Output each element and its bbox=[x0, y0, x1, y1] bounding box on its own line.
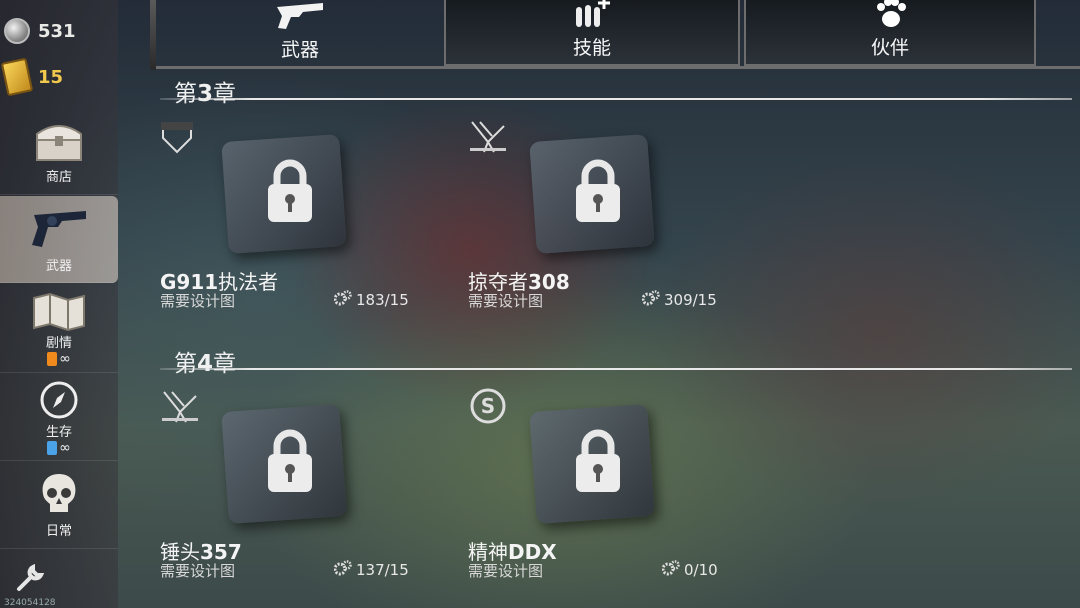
revolver-icon bbox=[28, 205, 90, 251]
gold-bar-icon bbox=[0, 57, 34, 97]
sidebar-item-daily[interactable]: 日常 bbox=[0, 462, 118, 549]
chapter-number: 3 bbox=[197, 81, 214, 107]
wrench-icon bbox=[16, 563, 45, 596]
paw-icon bbox=[873, 0, 907, 33]
weapon-requirement: 需要设计图 bbox=[468, 562, 544, 580]
lock-icon bbox=[265, 158, 315, 228]
sidebar-item-shop[interactable]: 商店 bbox=[0, 108, 118, 195]
blueprint-progress: 0/10 bbox=[684, 561, 718, 579]
energy-value: ∞ bbox=[59, 439, 71, 456]
energy-value: ∞ bbox=[59, 350, 71, 367]
weapon-card-308[interactable]: 掠夺者308 需要设计图 309/15 bbox=[468, 118, 738, 318]
revolver-icon bbox=[273, 1, 327, 35]
weapon-card-ddx[interactable]: S 精神DDX 需要设计图 0/10 bbox=[468, 388, 738, 588]
survival-energy: ∞ bbox=[47, 440, 71, 456]
top-tabs: 武器 技能 伙伴 bbox=[156, 0, 1080, 70]
ammo-plus-icon bbox=[572, 0, 612, 33]
chapter-4-heading: 第4章 bbox=[174, 344, 236, 378]
chapter-divider bbox=[160, 98, 1072, 100]
gear-icon bbox=[333, 290, 352, 310]
gold-currency[interactable]: 15 bbox=[0, 57, 64, 97]
chapter-divider bbox=[160, 368, 1072, 370]
silver-currency[interactable]: 531 bbox=[4, 18, 76, 44]
compass-icon bbox=[38, 379, 80, 421]
build-id: 324054128 bbox=[4, 598, 56, 608]
sidebar-item-story[interactable]: 剧情 ∞ bbox=[0, 286, 118, 373]
tabs-underline bbox=[156, 66, 1080, 69]
gear-icon bbox=[641, 290, 660, 310]
svg-text:S: S bbox=[481, 394, 495, 418]
sidebar-item-survival[interactable]: 生存 ∞ bbox=[0, 374, 118, 461]
gold-amount: 15 bbox=[38, 66, 64, 88]
chapter-suffix: 章 bbox=[213, 351, 237, 377]
blueprint-count: 183/15 bbox=[333, 290, 409, 310]
blueprint-progress: 183/15 bbox=[356, 291, 409, 309]
tab-skills[interactable]: 技能 bbox=[444, 0, 740, 66]
chapter-prefix: 第 bbox=[174, 351, 197, 377]
sidebar-item-weapons[interactable]: 武器 bbox=[0, 196, 118, 283]
weapon-card-357[interactable]: 锤头357 需要设计图 137/15 bbox=[160, 388, 430, 588]
sidebar-item-label: 生存 bbox=[45, 424, 72, 440]
silver-amount: 531 bbox=[38, 20, 76, 42]
tab-label: 伙伴 bbox=[870, 37, 909, 59]
tab-companions[interactable]: 伙伴 bbox=[744, 0, 1036, 66]
gear-icon bbox=[661, 560, 680, 580]
lock-icon bbox=[573, 428, 623, 498]
sidebar-item-label: 日常 bbox=[45, 523, 72, 539]
gear-icon bbox=[333, 560, 352, 580]
skull-icon bbox=[38, 472, 80, 516]
weapon-card-g911[interactable]: G911执法者 需要设计图 183/15 bbox=[160, 118, 430, 318]
silver-coin-icon bbox=[4, 18, 30, 44]
energy-ticket-icon bbox=[47, 351, 58, 366]
tab-label: 技能 bbox=[572, 37, 611, 59]
blueprint-count: 0/10 bbox=[661, 560, 718, 580]
map-icon bbox=[32, 292, 86, 332]
herrington-logo-icon bbox=[160, 388, 200, 430]
blueprint-count: 137/15 bbox=[333, 560, 409, 580]
sidebar-item-label: 商店 bbox=[45, 169, 72, 185]
chapter-prefix: 第 bbox=[174, 81, 197, 107]
sidebar-item-label: 武器 bbox=[45, 258, 72, 274]
settings-button[interactable] bbox=[16, 563, 45, 596]
energy-ticket-icon bbox=[47, 440, 58, 455]
weapon-requirement: 需要设计图 bbox=[160, 292, 236, 310]
blueprint-progress: 309/15 bbox=[664, 291, 717, 309]
s-brand-logo-icon: S bbox=[468, 388, 508, 430]
chapter-3-heading: 第3章 bbox=[174, 74, 236, 108]
sidebar-item-label: 剧情 bbox=[45, 335, 72, 351]
chapter-number: 4 bbox=[197, 351, 214, 377]
chest-icon bbox=[33, 118, 85, 162]
tab-weapons[interactable]: 武器 bbox=[216, 0, 384, 66]
goodwin-logo-icon bbox=[160, 118, 194, 160]
lock-icon bbox=[573, 158, 623, 228]
chapter-suffix: 章 bbox=[213, 81, 237, 107]
lock-icon bbox=[265, 428, 315, 498]
herrington-logo-icon bbox=[468, 118, 508, 160]
tab-label: 武器 bbox=[280, 39, 319, 61]
weapon-requirement: 需要设计图 bbox=[468, 292, 544, 310]
story-energy: ∞ bbox=[47, 351, 71, 367]
weapon-requirement: 需要设计图 bbox=[160, 562, 236, 580]
blueprint-progress: 137/15 bbox=[356, 561, 409, 579]
blueprint-count: 309/15 bbox=[641, 290, 717, 310]
